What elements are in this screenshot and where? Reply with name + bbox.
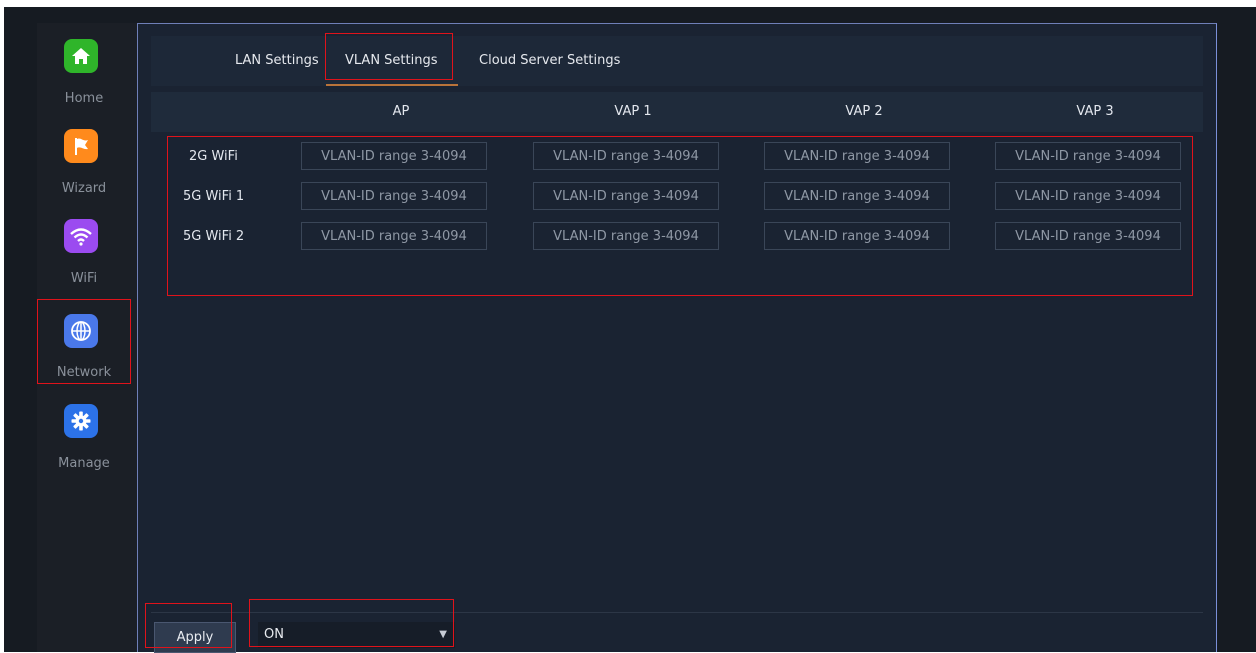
sidebar-item-label: WiFi — [70, 271, 98, 286]
status-select[interactable]: ON ▼ — [258, 622, 455, 648]
vlan-input-2g-vap2[interactable] — [764, 142, 950, 170]
column-header: VAP 3 — [1076, 104, 1114, 119]
footer-divider — [151, 612, 1203, 613]
column-header: VAP 1 — [614, 104, 652, 119]
home-icon — [64, 39, 98, 73]
globe-icon — [64, 314, 98, 348]
apply-button[interactable]: Apply — [154, 622, 236, 653]
vlan-input-5g2-ap[interactable] — [301, 222, 487, 250]
sidebar-item-wizard[interactable]: Wizard — [37, 119, 138, 207]
column-header: AP — [392, 104, 410, 119]
vlan-input-2g-ap[interactable] — [301, 142, 487, 170]
row-label-5g-wifi-2: 5G WiFi 2 — [183, 229, 245, 244]
vlan-input-5g2-vap2[interactable] — [764, 222, 950, 250]
tab-bar: LAN Settings VLAN Settings Cloud Server … — [151, 36, 1203, 86]
table-header: AP VAP 1 VAP 2 VAP 3 — [151, 92, 1203, 132]
vlan-input-2g-vap3[interactable] — [995, 142, 1181, 170]
row-label-5g-wifi-1: 5G WiFi 1 — [183, 189, 245, 204]
vlan-input-5g1-vap2[interactable] — [764, 182, 950, 210]
sidebar-item-label: Wizard — [61, 181, 107, 196]
active-tab-indicator — [326, 84, 458, 86]
vlan-input-5g2-vap1[interactable] — [533, 222, 719, 250]
tab-cloud-server-settings[interactable]: Cloud Server Settings — [479, 36, 620, 86]
vlan-input-5g1-vap1[interactable] — [533, 182, 719, 210]
column-header: VAP 2 — [845, 104, 883, 119]
sidebar-item-network[interactable]: Network — [37, 300, 138, 388]
row-label-2g-wifi: 2G WiFi — [189, 149, 238, 164]
tab-vlan-settings[interactable]: VLAN Settings — [345, 36, 438, 86]
vlan-input-5g2-vap3[interactable] — [995, 222, 1181, 250]
main-panel: LAN Settings VLAN Settings Cloud Server … — [137, 23, 1217, 653]
vlan-input-5g1-vap3[interactable] — [995, 182, 1181, 210]
wifi-icon — [64, 219, 98, 253]
sidebar-item-home[interactable]: Home — [37, 29, 138, 117]
status-select-value: ON — [264, 627, 284, 642]
sidebar-item-wifi[interactable]: WiFi — [37, 209, 138, 297]
sidebar-item-label: Home — [64, 91, 104, 106]
vlan-input-2g-vap1[interactable] — [533, 142, 719, 170]
sidebar-item-label: Network — [56, 365, 112, 380]
chevron-down-icon: ▼ — [439, 629, 447, 640]
sidebar-item-manage[interactable]: Manage — [37, 389, 138, 477]
gear-icon — [64, 404, 98, 438]
flag-icon — [64, 129, 98, 163]
app-window: Home Wizard WiFi Network Manage LAN Sett… — [0, 0, 1256, 653]
tab-lan-settings[interactable]: LAN Settings — [235, 36, 319, 86]
sidebar: Home Wizard WiFi Network Manage — [37, 23, 138, 652]
vlan-input-5g1-ap[interactable] — [301, 182, 487, 210]
sidebar-item-label: Manage — [58, 456, 110, 471]
